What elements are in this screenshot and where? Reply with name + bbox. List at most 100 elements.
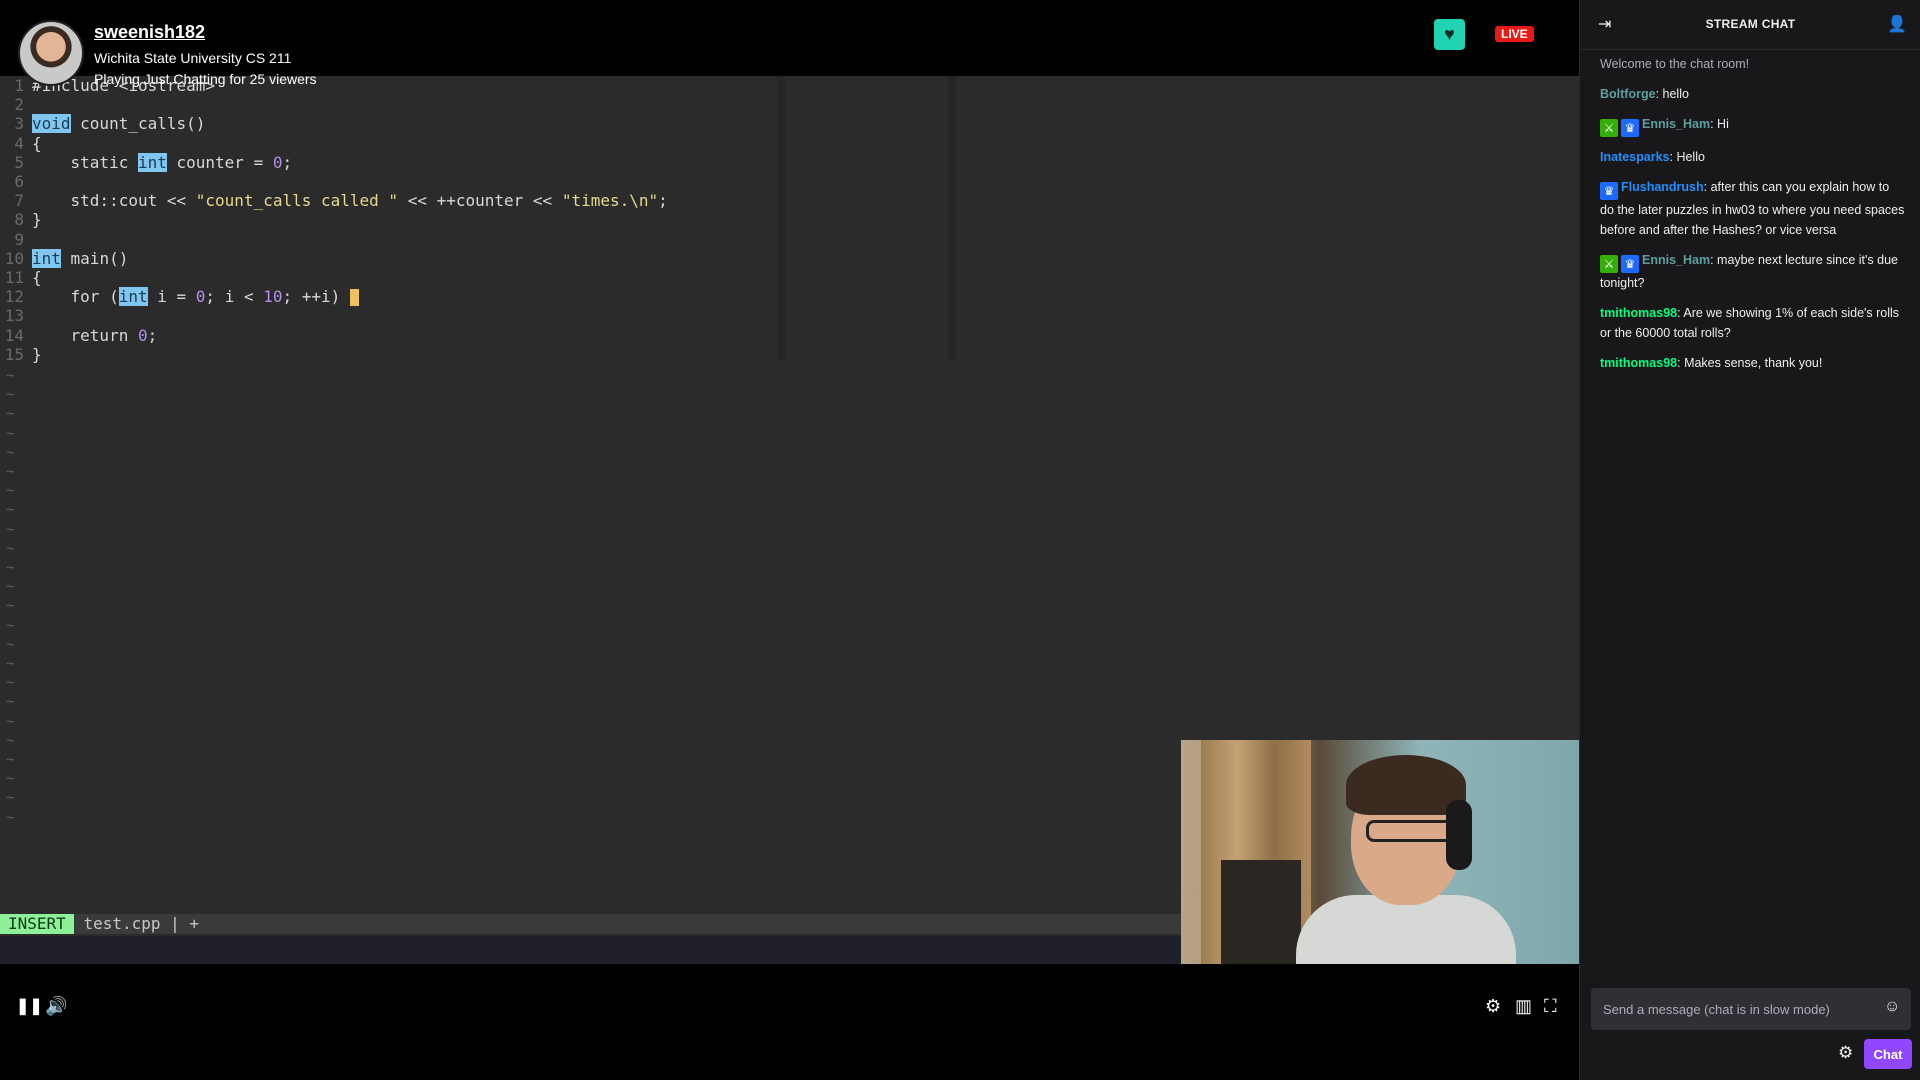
empty-line-marker: ~ bbox=[6, 809, 15, 826]
line-number: 9 bbox=[14, 229, 24, 249]
chat-input[interactable] bbox=[1591, 988, 1911, 1030]
chat-username[interactable]: Ennis_Ham bbox=[1642, 253, 1710, 267]
code-line: 11 { bbox=[0, 268, 42, 287]
modified-marker: + bbox=[189, 914, 200, 933]
moderator-badge-icon[interactable]: ⚔ bbox=[1600, 255, 1618, 273]
chat-username[interactable]: tmithomas98 bbox=[1600, 356, 1677, 370]
stream-category: Playing Just Chatting for 25 viewers bbox=[94, 71, 317, 87]
player-controls: ❚❚ 🔊 ⚙ ▥ ⛶ bbox=[0, 990, 1579, 1040]
editor-statusbar: INSERT test.cpp | + bbox=[0, 914, 1181, 934]
empty-line-marker: ~ bbox=[6, 771, 15, 788]
code-line: 9 bbox=[0, 230, 32, 249]
code-token: 0 bbox=[195, 287, 206, 307]
send-chat-button[interactable]: Chat bbox=[1864, 1039, 1912, 1069]
code-token: ; ++i) bbox=[282, 287, 350, 307]
code-token: ; bbox=[282, 152, 293, 172]
video-player[interactable]: INSERT test.cpp | + 1 #include <iostream>… bbox=[0, 0, 1579, 1080]
chat-username[interactable]: tmithomas98 bbox=[1600, 306, 1677, 320]
line-number: 10 bbox=[4, 248, 24, 268]
chat-text: Hello bbox=[1676, 150, 1705, 164]
empty-line-marker: ~ bbox=[6, 464, 15, 480]
empty-line-marker: ~ bbox=[6, 617, 15, 634]
code-token: } bbox=[32, 344, 42, 364]
code-line: 3 void count_calls() bbox=[0, 114, 206, 134]
code-line: 12 for (int i = 0; i < 10; ++i) bbox=[0, 287, 359, 307]
stream-title: Wichita State University CS 211 bbox=[94, 50, 292, 66]
subscriber-badge-icon[interactable]: ♛ bbox=[1621, 255, 1639, 273]
empty-line-marker: ~ bbox=[6, 713, 15, 730]
chat-title: STREAM CHAT bbox=[1705, 17, 1796, 31]
code-token: ; i < bbox=[205, 287, 264, 307]
subscriber-badge-icon[interactable]: ♛ bbox=[1621, 119, 1639, 137]
code-token: 0 bbox=[137, 325, 148, 345]
chat-username[interactable]: Ennis_Ham bbox=[1642, 117, 1710, 131]
subscriber-badge-icon[interactable]: ♛ bbox=[1600, 182, 1618, 200]
status-separator: | bbox=[160, 914, 190, 933]
follow-button[interactable]: ♥ bbox=[1434, 19, 1465, 50]
volume-icon[interactable]: 🔊 bbox=[45, 996, 67, 1016]
chat-message: ♛ Flushandrush: after this can you explai… bbox=[1600, 177, 1905, 240]
empty-line-marker: ~ bbox=[6, 406, 15, 423]
code-token: ; bbox=[658, 191, 668, 211]
line-number: 4 bbox=[14, 133, 24, 153]
code-line: 6 bbox=[0, 172, 32, 191]
avatar[interactable] bbox=[18, 20, 84, 86]
code-line: 15} bbox=[0, 345, 42, 364]
chat-panel: ⇥ STREAM CHAT 👤 Welcome to the chat room… bbox=[1579, 0, 1920, 1080]
code-token: int bbox=[118, 287, 148, 307]
code-token: ; bbox=[147, 325, 158, 345]
code-token: for ( bbox=[32, 287, 119, 307]
empty-line-marker: ~ bbox=[6, 444, 15, 461]
code-token: int bbox=[137, 152, 167, 172]
chat-settings-icon[interactable]: ⚙ bbox=[1838, 1043, 1853, 1063]
chat-text: hello bbox=[1662, 87, 1689, 101]
empty-line-marker: ~ bbox=[6, 368, 15, 384]
line-number: 2 bbox=[14, 95, 24, 115]
editor-mode: INSERT bbox=[0, 914, 74, 934]
split-divider bbox=[948, 76, 956, 361]
empty-line-marker: ~ bbox=[6, 425, 15, 442]
chat-message: Inatesparks: Hello bbox=[1600, 147, 1905, 167]
empty-line-marker: ~ bbox=[6, 694, 15, 711]
code-token: i = bbox=[147, 287, 196, 307]
line-number: 12 bbox=[4, 287, 24, 307]
code-token: main() bbox=[60, 248, 129, 268]
empty-line-marker: ~ bbox=[6, 752, 15, 768]
chat-colon: : bbox=[1655, 87, 1663, 101]
pause-icon[interactable]: ❚❚ bbox=[16, 997, 43, 1017]
code-token: "times.\n" bbox=[561, 191, 659, 211]
line-number: 15 bbox=[4, 344, 24, 364]
code-line: 5 static int counter = 0; bbox=[0, 152, 293, 172]
welcome-message: Welcome to the chat room! bbox=[1600, 57, 1750, 71]
chat-username[interactable]: Boltforge bbox=[1600, 87, 1656, 101]
code-token: int bbox=[32, 248, 61, 268]
line-number: 6 bbox=[14, 172, 24, 191]
code-line: 2 bbox=[0, 95, 32, 114]
fullscreen-icon[interactable]: ⛶ bbox=[1544, 996, 1557, 1016]
code-line: 4{ bbox=[0, 133, 41, 153]
webcam-feed bbox=[1181, 740, 1579, 964]
chat-message: ⚔ ♛ Ennis_Ham: Hi bbox=[1600, 114, 1905, 137]
code-line: 8} bbox=[0, 210, 42, 230]
code-token: count_calls() bbox=[70, 114, 206, 134]
text-cursor bbox=[349, 289, 359, 307]
code-token: static bbox=[32, 152, 138, 172]
gear-icon[interactable]: ⚙ bbox=[1485, 996, 1501, 1016]
emote-icon[interactable]: ☺ bbox=[1884, 998, 1900, 1016]
code-token: "count_calls called " bbox=[195, 191, 399, 211]
code-token: << ++counter << bbox=[398, 191, 562, 211]
theatre-mode-icon[interactable]: ▥ bbox=[1515, 996, 1532, 1016]
chat-message: Boltforge: hello bbox=[1600, 84, 1905, 104]
chat-username[interactable]: Flushandrush bbox=[1621, 180, 1704, 194]
code-token: void bbox=[32, 114, 71, 134]
line-number: 14 bbox=[4, 325, 24, 345]
code-token: } bbox=[32, 210, 42, 230]
moderator-badge-icon[interactable]: ⚔ bbox=[1600, 119, 1618, 137]
chat-text: Makes sense, thank you! bbox=[1684, 356, 1823, 370]
stream-video[interactable]: INSERT test.cpp | + 1 #include <iostream>… bbox=[0, 76, 1579, 964]
split-divider bbox=[777, 76, 785, 361]
users-icon[interactable]: 👤 bbox=[1887, 14, 1907, 34]
chat-username[interactable]: Inatesparks bbox=[1600, 150, 1669, 164]
line-number: 11 bbox=[4, 268, 24, 287]
channel-username[interactable]: sweenish182 bbox=[94, 22, 205, 43]
